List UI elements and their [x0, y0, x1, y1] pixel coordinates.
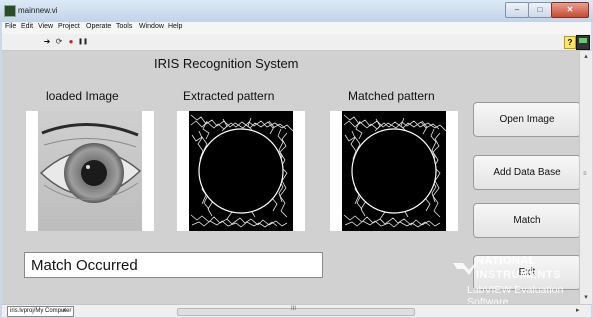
- labview-app-icon: [4, 5, 16, 17]
- scroll-grip-icon[interactable]: ≡: [583, 171, 587, 177]
- loaded-image-label: loaded Image: [46, 89, 119, 103]
- minimize-button[interactable]: –: [505, 2, 529, 18]
- match-button[interactable]: Match: [473, 203, 581, 238]
- menu-file[interactable]: File: [5, 23, 16, 30]
- extracted-pattern-image: [189, 111, 293, 231]
- matched-pattern-display: [330, 111, 458, 231]
- extracted-pattern-display: [177, 111, 305, 231]
- status-bar: iris.lvproj/My Computer ◂ III ▸: [2, 304, 591, 317]
- run-arrow-icon[interactable]: ➜: [42, 37, 52, 47]
- scroll-left-icon[interactable]: ◂: [62, 306, 66, 314]
- close-button[interactable]: ✕: [551, 2, 589, 18]
- menu-help[interactable]: Help: [168, 23, 182, 30]
- page-title: IRIS Recognition System: [154, 56, 299, 71]
- labview-window: mainnew.vi – □ ✕ File Edit View Project …: [0, 0, 593, 318]
- vi-icon: [576, 35, 590, 50]
- loaded-image-display: [26, 111, 154, 231]
- scroll-down-icon[interactable]: ▾: [581, 293, 591, 303]
- matched-pattern-image: [342, 111, 446, 231]
- menu-tools[interactable]: Tools: [116, 23, 132, 30]
- vertical-scrollbar[interactable]: ▴ ▾: [579, 51, 592, 304]
- menu-edit[interactable]: Edit: [21, 23, 33, 30]
- title-bar: mainnew.vi – □ ✕: [0, 0, 593, 22]
- extracted-pattern-label: Extracted pattern: [183, 89, 275, 103]
- run-continuously-icon[interactable]: ⟳: [54, 37, 64, 47]
- eye-image: [38, 111, 142, 231]
- menu-project[interactable]: Project: [58, 23, 80, 30]
- window-title: mainnew.vi: [18, 6, 58, 15]
- menu-bar: File Edit View Project Operate Tools Win…: [2, 22, 591, 34]
- ni-eagle-logo-icon: [453, 263, 475, 275]
- add-database-button[interactable]: Add Data Base: [473, 155, 581, 190]
- pause-icon[interactable]: ❚❚: [78, 37, 88, 47]
- abort-icon[interactable]: ●: [66, 37, 76, 47]
- menu-window[interactable]: Window: [139, 23, 164, 30]
- matched-pattern-label: Matched pattern: [348, 89, 435, 103]
- scroll-up-icon[interactable]: ▴: [581, 52, 591, 62]
- toolbar: ➜ ⟳ ● ❚❚ ?: [2, 34, 591, 51]
- horizontal-grip-icon[interactable]: III: [291, 306, 296, 312]
- menu-view[interactable]: View: [38, 23, 53, 30]
- open-image-button[interactable]: Open Image: [473, 102, 581, 137]
- menu-operate[interactable]: Operate: [86, 23, 111, 30]
- maximize-button[interactable]: □: [528, 2, 552, 18]
- status-indicator: Match Occurred: [24, 252, 323, 278]
- context-help-icon[interactable]: ?: [564, 36, 576, 49]
- scroll-right-icon[interactable]: ▸: [576, 306, 580, 314]
- watermark-line-2: INSTRUMENTS: [476, 269, 561, 281]
- watermark-line-1: NATIONAL: [476, 255, 537, 267]
